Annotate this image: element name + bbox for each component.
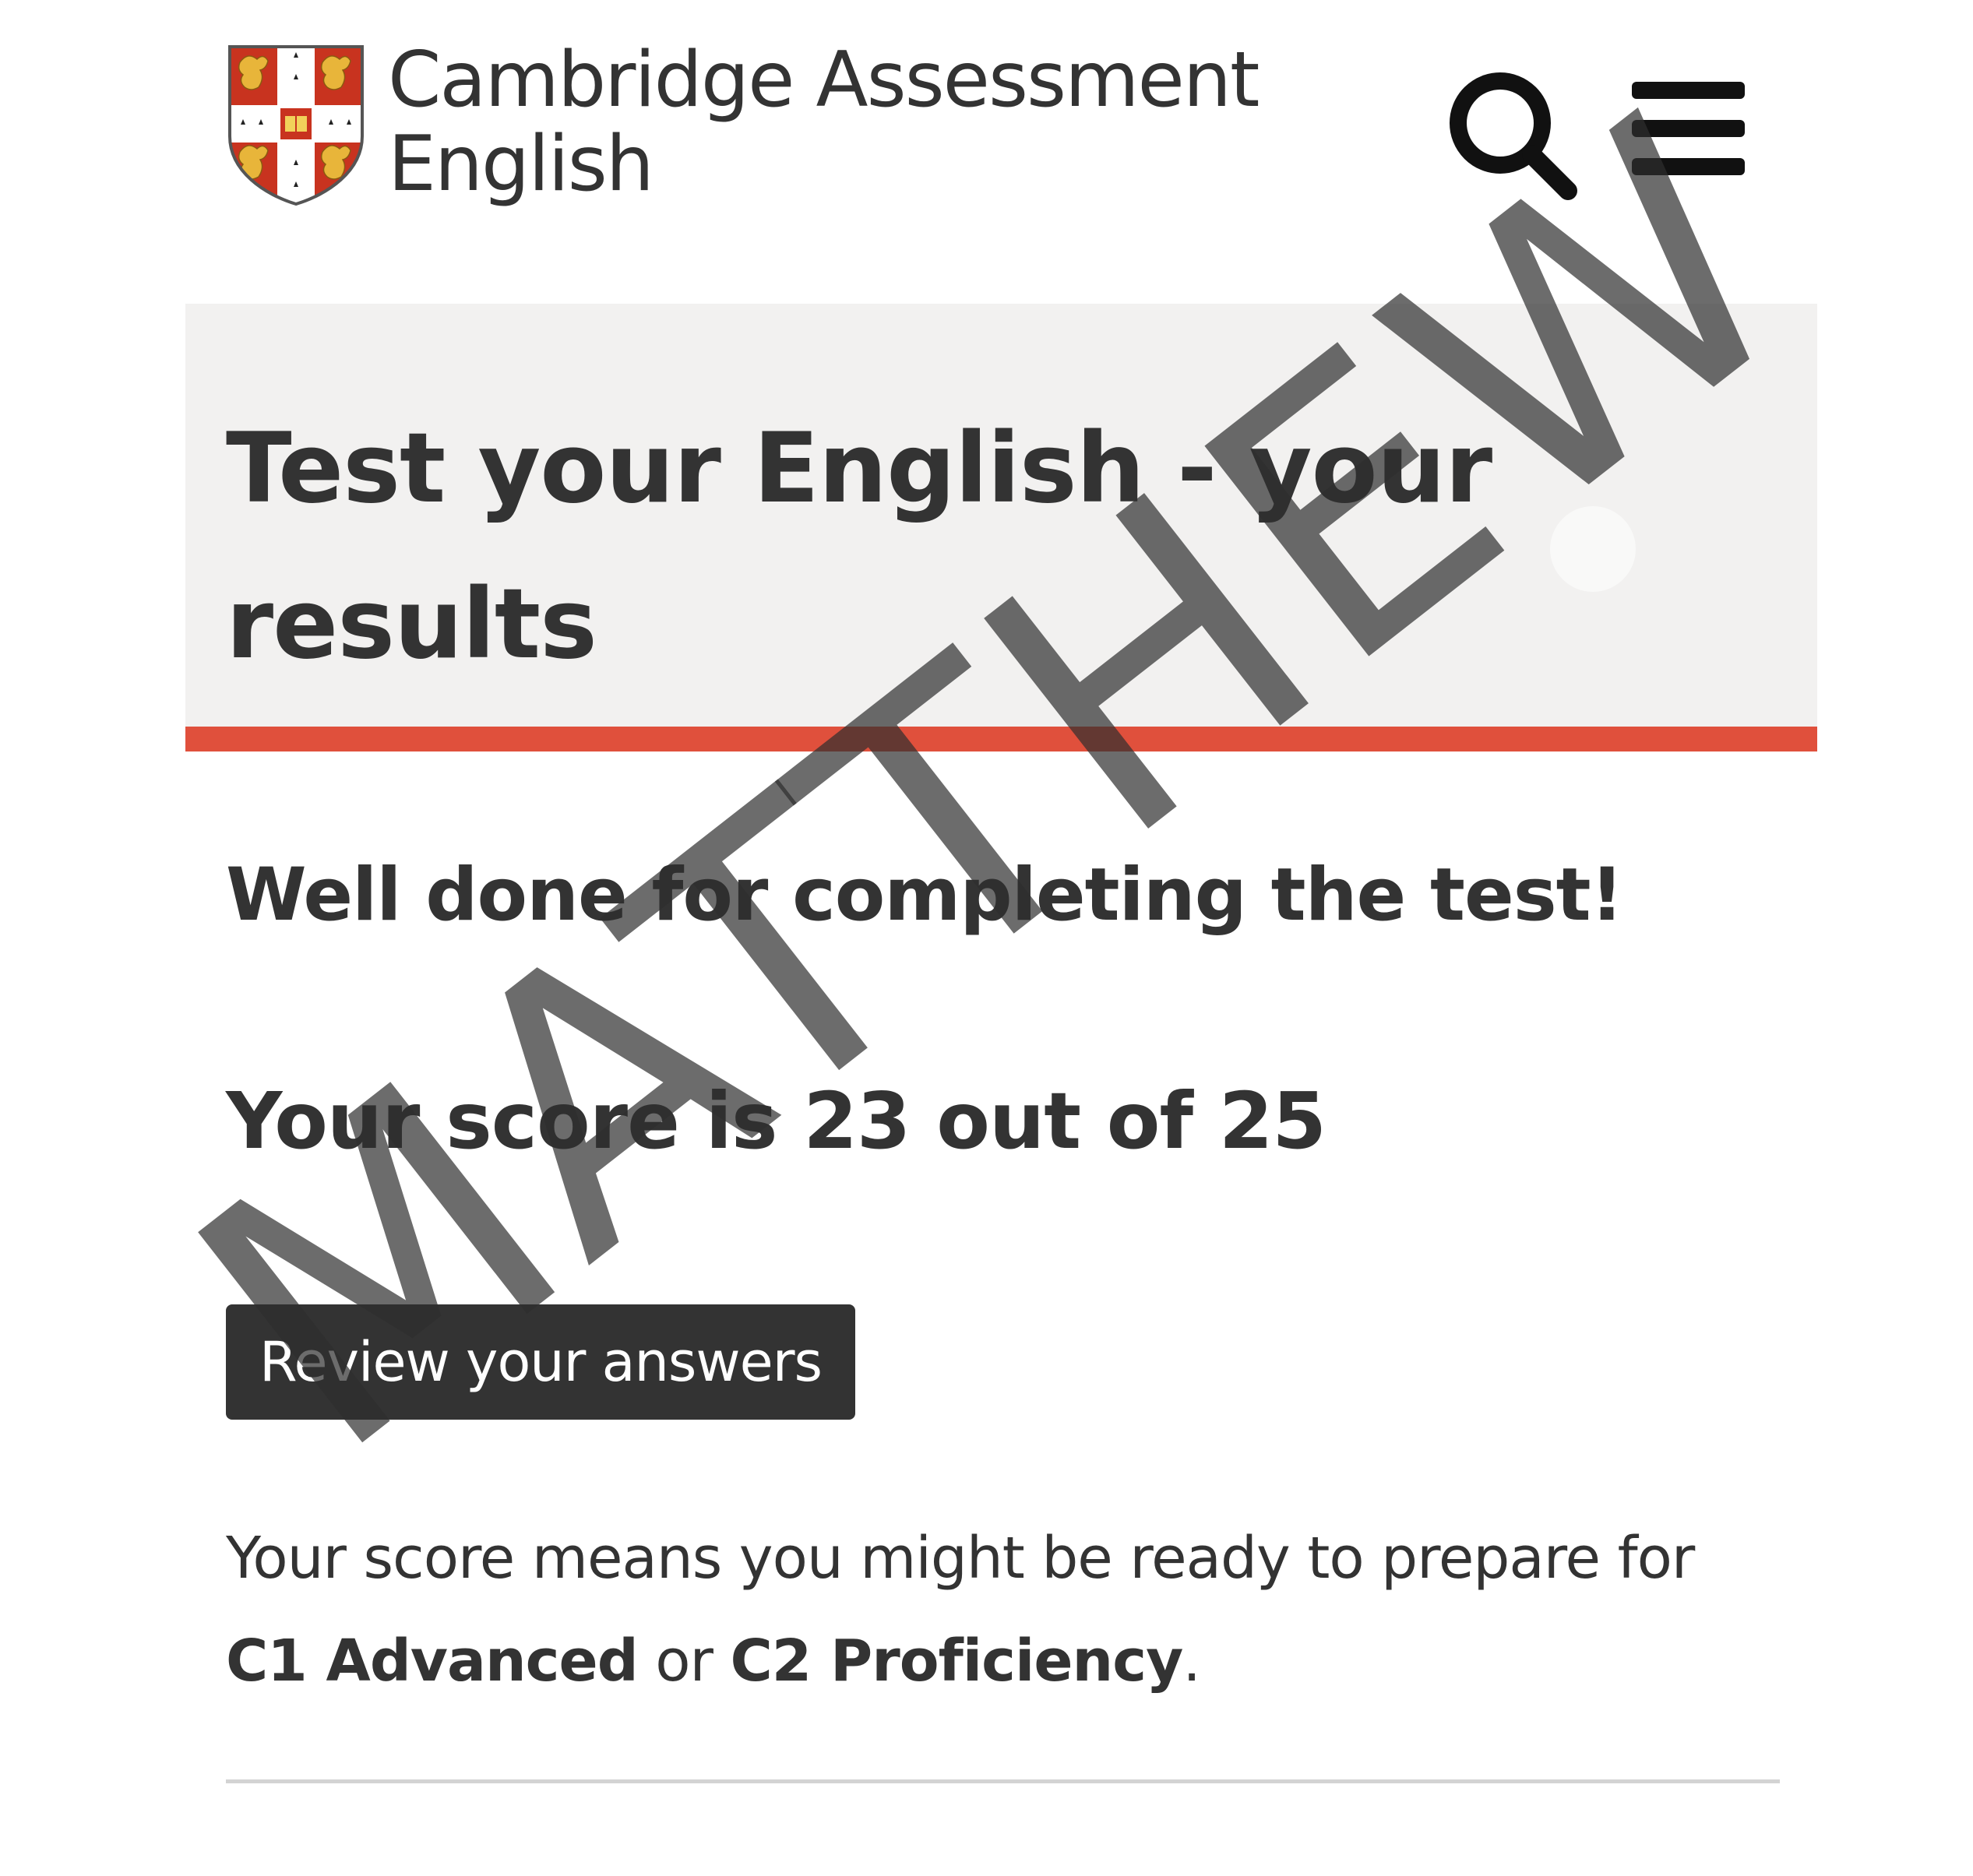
watermark: MATTHEW [125, 40, 1869, 1533]
site-header: Cambridge Assessment English [0, 0, 1973, 257]
completion-message: Well done for completing the test! [226, 853, 1623, 938]
exam-c1-advanced: C1 Advanced [226, 1628, 639, 1695]
recommendation-joiner: or [655, 1628, 713, 1695]
cambridge-logo-link[interactable]: Cambridge Assessment English [226, 38, 1260, 206]
cambridge-crest-icon [228, 45, 364, 206]
logo-line-english: English [388, 120, 654, 209]
recommendation-suffix: . [1182, 1628, 1201, 1695]
review-answers-button[interactable]: Review your answers [226, 1304, 855, 1420]
content-divider [226, 1779, 1780, 1783]
title-banner: Test your English - your results [185, 304, 1817, 751]
page-title: Test your English - your results [226, 413, 1492, 681]
hamburger-menu-icon[interactable] [1632, 78, 1745, 179]
search-icon[interactable] [1447, 70, 1580, 202]
score-recommendation: Your score means you might be ready to p… [226, 1507, 1784, 1712]
exam-c2-proficiency: C2 Proficiency [730, 1628, 1183, 1695]
recommendation-prefix: Your score means you might be ready to p… [226, 1525, 1695, 1592]
logo-line-organization: Cambridge Assessment [388, 36, 1260, 125]
score-heading: Your score is 23 out of 25 [226, 1075, 1326, 1167]
logo-text: Cambridge Assessment English [388, 36, 1260, 209]
